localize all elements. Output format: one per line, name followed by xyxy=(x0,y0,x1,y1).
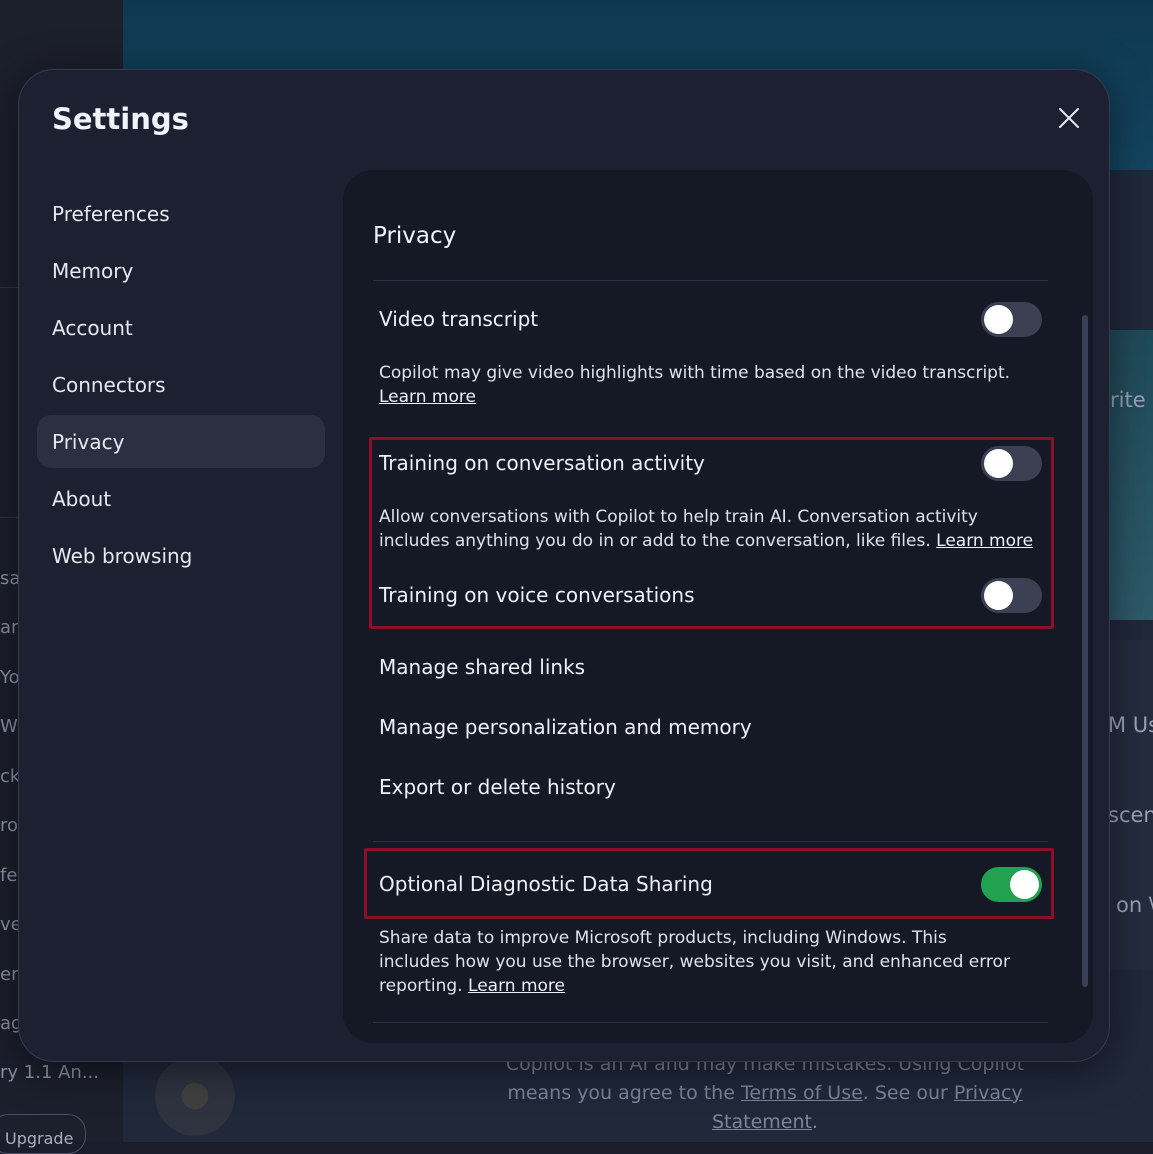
close-button[interactable] xyxy=(1053,102,1085,134)
background-fragment: M Us xyxy=(1108,713,1153,737)
divider xyxy=(373,280,1048,281)
dialog-title: Settings xyxy=(52,102,189,136)
settings-nav: Preferences Memory Account Connectors Pr… xyxy=(37,187,325,586)
nav-item-privacy[interactable]: Privacy xyxy=(37,415,325,468)
manage-shared-links[interactable]: Manage shared links xyxy=(379,655,585,679)
nav-item-web-browsing[interactable]: Web browsing xyxy=(37,529,325,582)
background-divider xyxy=(0,517,18,518)
background-upgrade-button: Upgrade xyxy=(0,1114,86,1154)
close-icon xyxy=(1058,107,1080,129)
settings-dialog: Settings Preferences Memory Account Conn… xyxy=(18,69,1110,1062)
video-transcript-toggle[interactable] xyxy=(981,302,1042,337)
panel-title: Privacy xyxy=(373,223,456,249)
toggle-knob xyxy=(984,581,1013,610)
background-fragment: Yo xyxy=(0,667,20,688)
scrollbar[interactable] xyxy=(1082,315,1088,987)
background-fragment: on \ xyxy=(1116,893,1153,917)
diagnostic-data-desc: Share data to improve Microsoft products… xyxy=(379,926,1019,998)
toggle-knob xyxy=(984,305,1013,334)
divider xyxy=(373,841,1048,842)
background-fragment: scen xyxy=(1108,803,1153,827)
nav-item-connectors[interactable]: Connectors xyxy=(37,358,325,411)
privacy-panel: Privacy Video transcript Copilot may giv… xyxy=(343,170,1093,1043)
export-delete-history[interactable]: Export or delete history xyxy=(379,775,616,799)
background-fragment: er xyxy=(0,964,18,985)
learn-more-link[interactable]: Learn more xyxy=(468,976,565,996)
training-voice-label: Training on voice conversations xyxy=(379,583,695,607)
background-divider xyxy=(0,287,18,288)
background-fragment: rite a xyxy=(1110,388,1153,412)
toggle-knob xyxy=(1010,870,1039,899)
nav-item-about[interactable]: About xyxy=(37,472,325,525)
nav-item-preferences[interactable]: Preferences xyxy=(37,187,325,240)
nav-item-memory[interactable]: Memory xyxy=(37,244,325,297)
nav-item-account[interactable]: Account xyxy=(37,301,325,354)
background-fragment: ro xyxy=(0,815,18,836)
training-conversation-toggle[interactable] xyxy=(981,446,1042,481)
manage-personalization-memory[interactable]: Manage personalization and memory xyxy=(379,715,752,739)
learn-more-link[interactable]: Learn more xyxy=(379,387,476,407)
background-footer: Copilot is an AI and may make mistakes. … xyxy=(470,1050,1060,1137)
diagnostic-data-label: Optional Diagnostic Data Sharing xyxy=(379,872,713,896)
video-transcript-label: Video transcript xyxy=(379,307,538,331)
background-flower-image xyxy=(140,1050,250,1142)
training-voice-toggle[interactable] xyxy=(981,578,1042,613)
learn-more-link[interactable]: Learn more xyxy=(936,531,1033,551)
toggle-knob xyxy=(984,449,1013,478)
divider xyxy=(373,1022,1048,1023)
diagnostic-data-toggle[interactable] xyxy=(981,867,1042,902)
training-conversation-desc: Allow conversations with Copilot to help… xyxy=(379,505,1047,553)
training-conversation-label: Training on conversation activity xyxy=(379,451,705,475)
video-transcript-desc: Copilot may give video highlights with t… xyxy=(379,361,1047,409)
background-chat-item: ry 1.1 An... xyxy=(0,1062,99,1083)
background-fragment: fe xyxy=(0,865,17,886)
